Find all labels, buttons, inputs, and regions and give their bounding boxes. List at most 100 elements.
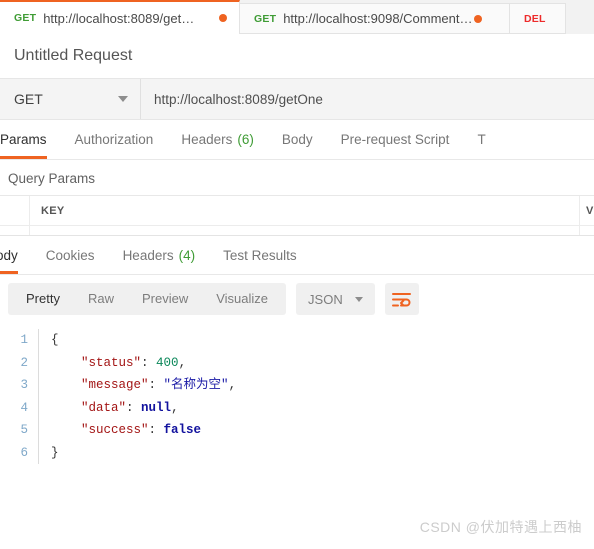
- http-method-label: GET: [14, 91, 43, 107]
- tab-authorization-label: Authorization: [74, 132, 154, 147]
- tab-params[interactable]: Params: [0, 120, 61, 159]
- json-token-p: ,: [228, 378, 237, 392]
- query-params-checkbox-column: [0, 196, 30, 225]
- response-tab-test-results-label: Test Results: [223, 247, 297, 263]
- query-params-row-value-input[interactable]: [580, 226, 594, 235]
- tab-tests[interactable]: T: [463, 120, 499, 159]
- body-view-preview[interactable]: Preview: [128, 283, 202, 315]
- chevron-down-icon: [118, 96, 128, 102]
- json-line-number: 5: [20, 423, 28, 437]
- chevron-down-icon: [354, 296, 363, 302]
- json-token-b: null: [141, 400, 172, 415]
- json-line: 6}: [0, 441, 594, 464]
- request-tab-2[interactable]: GET http://localhost:9098/Comment…: [240, 3, 510, 34]
- request-tab-1-url: http://localhost:8089/getOne: [43, 10, 199, 26]
- json-line-number: 3: [20, 378, 28, 392]
- body-view-mode-group: Pretty Raw Preview Visualize: [8, 283, 287, 315]
- json-line-content: }: [38, 441, 594, 464]
- url-input[interactable]: http://localhost:8089/getOne: [141, 79, 594, 119]
- tab-headers[interactable]: Headers (6): [167, 120, 268, 159]
- tab-pre-request-script-label: Pre-request Script: [340, 132, 450, 147]
- json-token-p: :: [148, 423, 164, 437]
- json-token-p: [51, 423, 81, 437]
- word-wrap-icon: [392, 292, 412, 306]
- body-view-raw[interactable]: Raw: [74, 283, 128, 315]
- query-params-section: Query Params KEY V: [0, 160, 594, 235]
- json-token-p: [51, 378, 81, 392]
- json-token-p: :: [141, 355, 157, 370]
- query-params-row-key-input[interactable]: [30, 226, 580, 235]
- body-format-select[interactable]: JSON: [296, 283, 375, 315]
- json-line-number: 1: [20, 333, 28, 347]
- json-token-b: false: [163, 423, 202, 437]
- query-params-key-header: KEY: [30, 196, 580, 225]
- json-token-p: ,: [178, 355, 187, 370]
- response-tab-headers[interactable]: Headers (4): [109, 236, 210, 274]
- query-params-title: Query Params: [8, 171, 96, 186]
- json-line-number: 6: [20, 445, 28, 460]
- watermark: CSDN @伏加特遇上西柚: [419, 519, 582, 535]
- request-tab-1[interactable]: GET http://localhost:8089/getOne: [0, 0, 240, 34]
- json-line: 1{: [0, 329, 594, 352]
- response-tab-cookies[interactable]: Cookies: [32, 236, 109, 274]
- query-params-empty-row[interactable]: [0, 226, 594, 235]
- request-tab-2-method: GET: [254, 12, 277, 25]
- response-body-toolbar: Pretty Raw Preview Visualize JSON: [0, 275, 594, 323]
- response-tab-cookies-label: Cookies: [45, 247, 95, 263]
- json-token-k: "data": [81, 400, 127, 415]
- json-token-p: ,: [171, 400, 179, 415]
- json-token-p: }: [51, 445, 59, 460]
- tab-body[interactable]: Body: [268, 120, 327, 159]
- response-tab-body-label: Body: [0, 247, 18, 263]
- tab-pre-request-script[interactable]: Pre-request Script: [327, 120, 464, 159]
- request-tab-2-url: http://localhost:9098/Comment…: [283, 11, 473, 26]
- json-line-content: "data": null,: [38, 396, 594, 419]
- json-line-number: 2: [20, 355, 28, 370]
- response-section-tabs: Body Cookies Headers (4) Test Results: [0, 235, 594, 275]
- url-bar: GET http://localhost:8089/getOne: [0, 78, 594, 120]
- request-section-tabs: Params Authorization Headers (6) Body Pr…: [0, 120, 594, 160]
- json-token-p: :: [148, 378, 164, 392]
- json-lines-container: 1{2 "status": 400, 3 "message": "名称为空", 4 …: [0, 329, 594, 464]
- json-line: 2 "status": 400,: [0, 351, 594, 374]
- response-tab-body[interactable]: Body: [0, 236, 32, 274]
- response-tab-test-results[interactable]: Test Results: [209, 236, 311, 274]
- response-tab-headers-label: Headers: [122, 247, 174, 263]
- json-token-p: [51, 356, 81, 370]
- json-token-p: :: [126, 400, 142, 415]
- response-tab-headers-count: (4): [178, 247, 196, 263]
- request-tab-2-unsaved-dot: [473, 14, 482, 23]
- json-token-s: "名称为空": [163, 378, 229, 392]
- body-format-label: JSON: [308, 291, 343, 307]
- json-line-content: "success": false: [38, 419, 594, 442]
- json-token-k: "status": [81, 355, 142, 370]
- tab-authorization[interactable]: Authorization: [61, 120, 168, 159]
- request-tab-1-unsaved-dot: [219, 14, 227, 22]
- json-line-number: 4: [20, 400, 28, 415]
- json-line-content: "message": "名称为空",: [38, 374, 594, 397]
- json-line: 3 "message": "名称为空",: [0, 374, 594, 397]
- json-line-content: "status": 400,: [38, 351, 594, 374]
- json-line-content: {: [38, 329, 594, 352]
- tab-params-label: Params: [0, 132, 47, 147]
- json-token-p: {: [51, 333, 59, 347]
- request-tab-1-method: GET: [14, 12, 37, 24]
- json-line: 4 "data": null,: [0, 396, 594, 419]
- request-title-bar: Untitled Request: [0, 34, 594, 78]
- json-line: 5 "success": false: [0, 419, 594, 442]
- http-method-select[interactable]: GET: [0, 79, 141, 119]
- body-view-visualize[interactable]: Visualize: [202, 283, 282, 315]
- query-params-row-checkbox[interactable]: [0, 226, 30, 235]
- tab-body-label: Body: [281, 132, 313, 147]
- tab-headers-count: (6): [237, 132, 254, 147]
- request-tab-3[interactable]: DEL: [510, 3, 566, 34]
- request-tab-3-method: DEL: [524, 12, 546, 25]
- request-tab-strip: GET http://localhost:8089/getOne GET htt…: [0, 0, 594, 34]
- body-view-pretty[interactable]: Pretty: [12, 283, 74, 315]
- json-token-k: "success": [81, 423, 149, 437]
- request-title[interactable]: Untitled Request: [14, 47, 132, 65]
- tab-headers-label: Headers: [181, 132, 233, 147]
- word-wrap-button[interactable]: [384, 283, 419, 315]
- response-body-json-viewer[interactable]: 1{2 "status": 400, 3 "message": "名称为空", 4 …: [0, 323, 594, 464]
- query-params-table: KEY V: [0, 195, 594, 235]
